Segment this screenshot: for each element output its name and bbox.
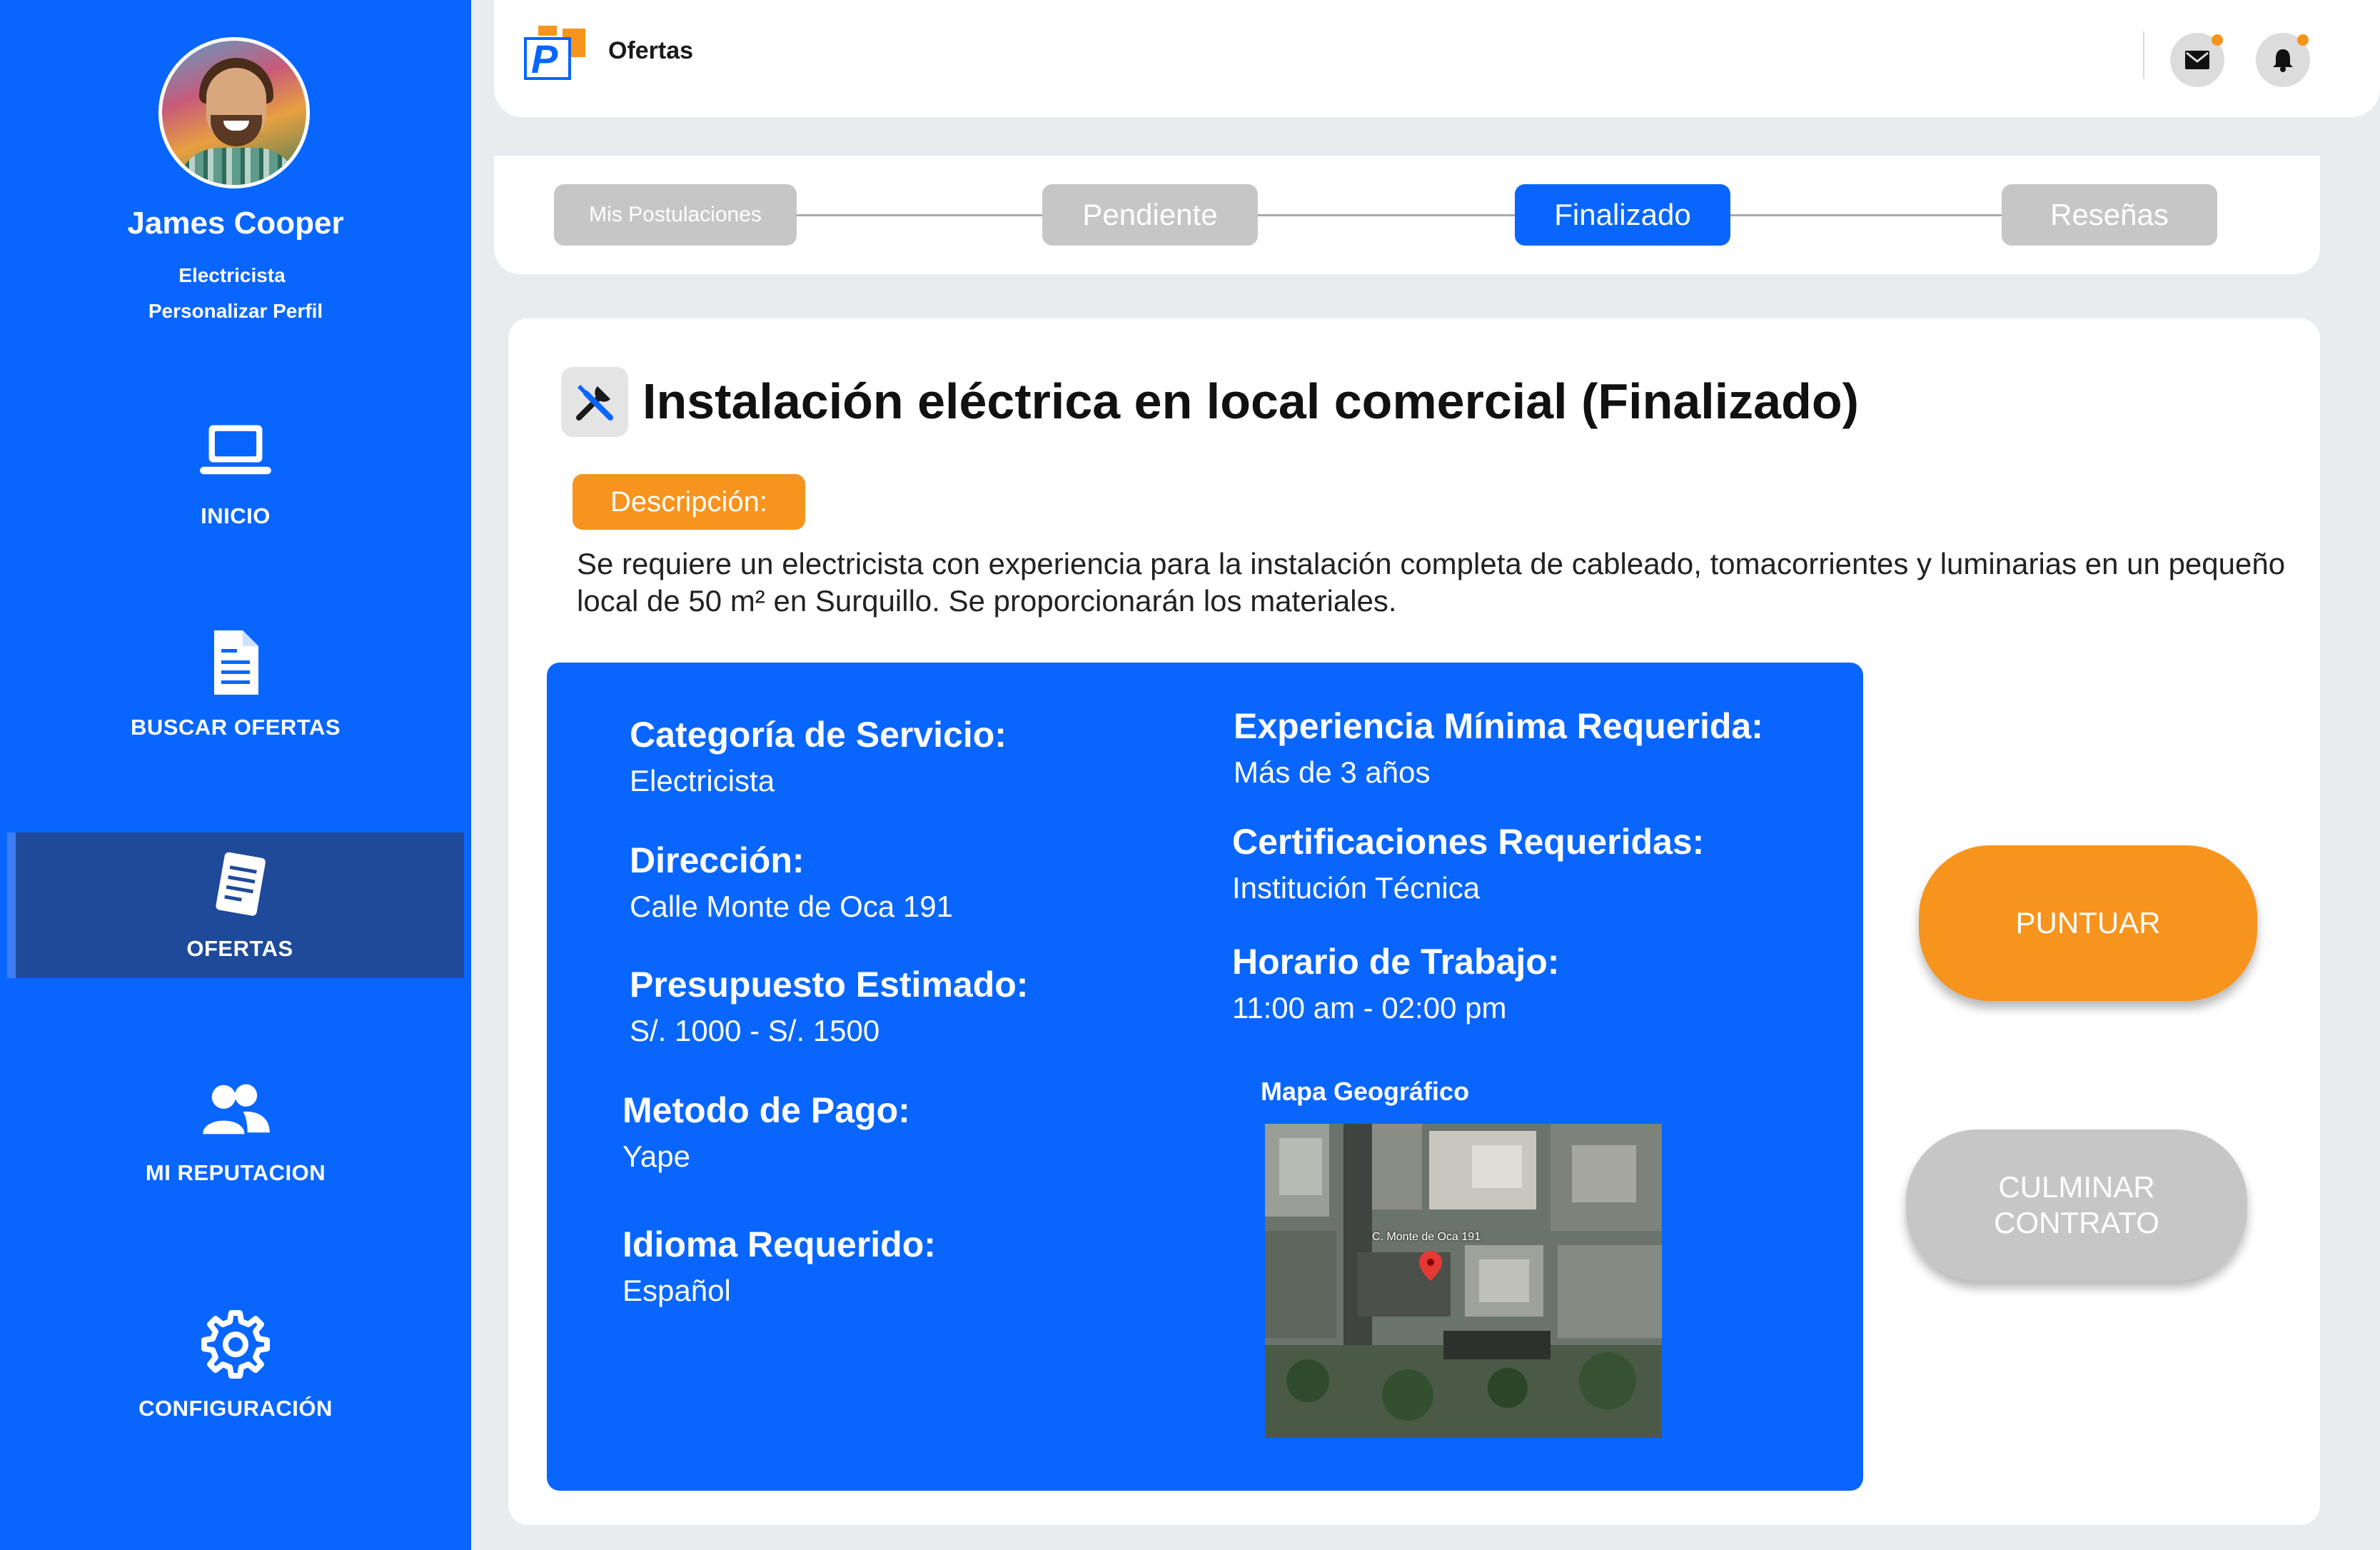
sidebar-item-inicio[interactable]: INICIO: [7, 400, 464, 545]
sidebar-item-configuracion[interactable]: CONFIGURACIÓN: [7, 1292, 464, 1438]
map-pin-label: C. Monte de Oca 191: [1372, 1231, 1481, 1243]
sidebar-item-label: BUSCAR OFERTAS: [130, 715, 341, 740]
document-icon: [214, 630, 258, 695]
field-value: 11:00 am - 02:00 pm: [1232, 991, 1507, 1025]
sidebar-item-label: INICIO: [201, 503, 271, 528]
field-category: Categoría de Servicio: Electricista: [630, 714, 1007, 798]
sidebar-item-ofertas[interactable]: OFERTAS: [7, 832, 464, 978]
notes-icon: [216, 852, 266, 916]
rate-button[interactable]: PUNTUAR: [1919, 845, 2257, 1001]
notification-dot: [2297, 34, 2309, 46]
status-stepper: Mis Postulaciones Pendiente Finalizado R…: [494, 156, 2320, 274]
field-value: Electricista: [630, 764, 775, 797]
field-label: Idioma Requerido:: [622, 1224, 936, 1264]
user-name: James Cooper: [127, 206, 344, 241]
field-label: Categoría de Servicio:: [630, 715, 1007, 755]
customize-profile-link[interactable]: Personalizar Perfil: [0, 300, 471, 323]
mail-icon: [2185, 51, 2209, 69]
bell-icon: [2273, 49, 2293, 72]
header-title: Ofertas: [608, 37, 694, 64]
step-finalizado[interactable]: Finalizado: [1515, 184, 1730, 246]
field-label: Dirección:: [630, 840, 805, 880]
user-role: Electricista: [178, 264, 286, 286]
stepper-line: [615, 214, 2186, 216]
top-header: P Ofertas: [494, 0, 2380, 117]
messages-button[interactable]: [2170, 33, 2224, 87]
field-value: Español: [622, 1274, 731, 1307]
description-badge: Descripción:: [573, 474, 805, 530]
finish-contract-button[interactable]: CULMINAR CONTRATO: [1906, 1129, 2247, 1281]
step-resenas[interactable]: Reseñas: [2002, 184, 2217, 246]
field-value: Más de 3 años: [1234, 755, 1431, 789]
job-info-panel: Categoría de Servicio: Electricista Dire…: [547, 663, 1863, 1491]
field-experience: Experiencia Mínima Requerida: Más de 3 a…: [1234, 705, 1763, 790]
sidebar-item-mi-reputacion[interactable]: MI REPUTACION: [7, 1057, 464, 1202]
sidebar-item-label: OFERTAS: [186, 936, 293, 961]
laptop-icon: [200, 425, 271, 475]
sidebar-item-label: MI REPUTACION: [145, 1160, 326, 1185]
field-language: Idioma Requerido: Español: [622, 1224, 936, 1308]
location-map[interactable]: C. Monte de Oca 191: [1265, 1124, 1662, 1438]
field-payment: Metodo de Pago: Yape: [622, 1089, 910, 1174]
field-value: Yape: [622, 1139, 690, 1173]
sidebar: James Cooper Electricista Personalizar P…: [0, 0, 471, 1550]
job-title: Instalación eléctrica en local comercial…: [642, 373, 1859, 429]
sidebar-item-buscar-ofertas[interactable]: BUSCAR OFERTAS: [7, 611, 464, 757]
satellite-map-image: [1265, 1124, 1662, 1438]
header-divider: [2143, 31, 2144, 79]
field-address: Dirección: Calle Monte de Oca 191: [630, 840, 953, 924]
app-logo[interactable]: P: [523, 26, 591, 80]
logo-letter: P: [531, 36, 558, 80]
field-value: S/. 1000 - S/. 1500: [630, 1014, 880, 1047]
job-detail-card: Instalación eléctrica en local comercial…: [508, 318, 2320, 1525]
field-value: Calle Monte de Oca 191: [630, 890, 953, 923]
step-mis-postulaciones[interactable]: Mis Postulaciones: [554, 184, 797, 246]
sidebar-item-label: CONFIGURACIÓN: [138, 1396, 333, 1421]
field-label: Certificaciones Requeridas:: [1232, 822, 1705, 862]
field-label: Presupuesto Estimado:: [630, 965, 1029, 1005]
notifications-button[interactable]: [2256, 33, 2310, 87]
field-value: Institución Técnica: [1232, 871, 1481, 905]
avatar[interactable]: [158, 37, 310, 188]
step-pendiente[interactable]: Pendiente: [1042, 184, 1258, 246]
field-budget: Presupuesto Estimado: S/. 1000 - S/. 150…: [630, 964, 1028, 1048]
field-schedule: Horario de Trabajo: 11:00 am - 02:00 pm: [1232, 941, 1559, 1025]
tools-icon: [561, 367, 628, 437]
field-label: Metodo de Pago:: [622, 1090, 910, 1130]
field-certifications: Certificaciones Requeridas: Institución …: [1232, 821, 1704, 905]
map-title: Mapa Geográfico: [1261, 1077, 1470, 1106]
users-icon: [203, 1084, 270, 1134]
field-label: Horario de Trabajo:: [1232, 942, 1560, 982]
gear-icon: [201, 1310, 270, 1379]
field-label: Experiencia Mínima Requerida:: [1234, 706, 1763, 746]
job-description: Se requiere un electricista con experien…: [577, 547, 2286, 618]
notification-dot: [2212, 34, 2223, 46]
